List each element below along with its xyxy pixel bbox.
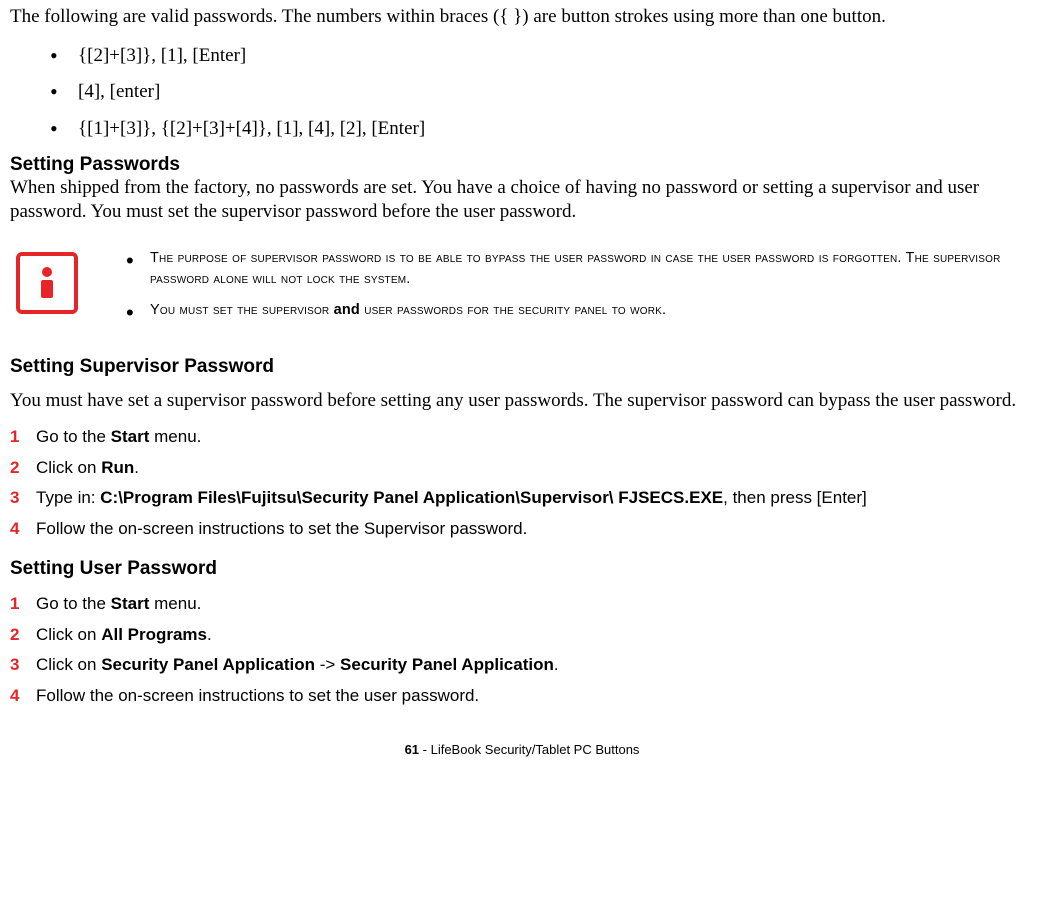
info-icon bbox=[16, 252, 78, 314]
info-text-2b: and bbox=[334, 302, 360, 318]
setting-passwords-heading: Setting Passwords bbox=[10, 153, 1034, 177]
step-text: . bbox=[207, 625, 212, 644]
step-number: 4 bbox=[10, 516, 36, 542]
info-text-2c: user passwords for the security panel to… bbox=[360, 302, 666, 318]
supervisor-steps: 1 Go to the Start menu. 2 Click on Run. … bbox=[10, 424, 1034, 541]
supervisor-step-3: 3 Type in: C:\Program Files\Fujitsu\Secu… bbox=[10, 485, 1034, 511]
step-bold: Start bbox=[111, 427, 150, 446]
step-bold: Start bbox=[111, 594, 150, 613]
step-text: . bbox=[134, 458, 139, 477]
step-text: Go to the bbox=[36, 594, 111, 613]
info-text-1: The purpose of supervisor password is to… bbox=[150, 250, 1001, 287]
password-examples-list: {[2]+[3]}, [1], [Enter] [4], [enter] {[1… bbox=[50, 43, 1034, 143]
step-text: Follow the on-screen instructions to set… bbox=[36, 519, 527, 538]
supervisor-step-2: 2 Click on Run. bbox=[10, 455, 1034, 481]
user-steps: 1 Go to the Start menu. 2 Click on All P… bbox=[10, 591, 1034, 708]
step-text: , then press [Enter] bbox=[723, 488, 867, 507]
step-text: Go to the bbox=[36, 427, 111, 446]
user-heading: Setting User Password bbox=[10, 557, 1034, 581]
info-note: The purpose of supervisor password is to… bbox=[16, 248, 1034, 331]
step-number: 3 bbox=[10, 485, 36, 511]
password-example-1: {[2]+[3]}, [1], [Enter] bbox=[50, 43, 1034, 70]
password-example-3: {[1]+[3]}, {[2]+[3]+[4]}, [1], [4], [2],… bbox=[50, 116, 1034, 143]
page-footer: 61 - LifeBook Security/Tablet PC Buttons bbox=[10, 742, 1034, 758]
step-text: Type in: bbox=[36, 488, 100, 507]
supervisor-step-4: 4 Follow the on-screen instructions to s… bbox=[10, 516, 1034, 542]
step-number: 1 bbox=[10, 424, 36, 450]
info-content: The purpose of supervisor password is to… bbox=[126, 248, 1034, 331]
step-number: 4 bbox=[10, 683, 36, 709]
user-step-4: 4 Follow the on-screen instructions to s… bbox=[10, 683, 1034, 709]
step-bold: All Programs bbox=[101, 625, 207, 644]
supervisor-step-1: 1 Go to the Start menu. bbox=[10, 424, 1034, 450]
step-text: Click on bbox=[36, 458, 101, 477]
step-number: 3 bbox=[10, 652, 36, 678]
info-note-line-2: You must set the supervisor and user pas… bbox=[126, 300, 1034, 321]
step-text: -> bbox=[315, 655, 340, 674]
page-number: 61 bbox=[405, 742, 419, 757]
step-bold: Run bbox=[101, 458, 134, 477]
step-number: 2 bbox=[10, 622, 36, 648]
user-step-1: 1 Go to the Start menu. bbox=[10, 591, 1034, 617]
step-text: menu. bbox=[149, 427, 201, 446]
step-text: Follow the on-screen instructions to set… bbox=[36, 686, 479, 705]
supervisor-heading: Setting Supervisor Password bbox=[10, 355, 1034, 379]
footer-title: LifeBook Security/Tablet PC Buttons bbox=[431, 742, 640, 757]
password-example-2: [4], [enter] bbox=[50, 79, 1034, 106]
supervisor-body: You must have set a supervisor password … bbox=[10, 389, 1034, 413]
step-text: Click on bbox=[36, 625, 101, 644]
setting-passwords-body: When shipped from the factory, no passwo… bbox=[10, 176, 1034, 224]
footer-sep: - bbox=[419, 742, 431, 757]
step-text: Click on bbox=[36, 655, 101, 674]
info-note-line-1: The purpose of supervisor password is to… bbox=[126, 248, 1034, 290]
step-number: 1 bbox=[10, 591, 36, 617]
step-bold: Security Panel Application bbox=[340, 655, 554, 674]
step-text: . bbox=[554, 655, 559, 674]
step-number: 2 bbox=[10, 455, 36, 481]
info-text-2a: You must set the supervisor bbox=[150, 302, 334, 318]
user-step-3: 3 Click on Security Panel Application ->… bbox=[10, 652, 1034, 678]
step-bold: Security Panel Application bbox=[101, 655, 315, 674]
step-bold: C:\Program Files\Fujitsu\Security Panel … bbox=[100, 488, 723, 507]
step-text: menu. bbox=[149, 594, 201, 613]
intro-paragraph: The following are valid passwords. The n… bbox=[10, 5, 1034, 29]
user-step-2: 2 Click on All Programs. bbox=[10, 622, 1034, 648]
